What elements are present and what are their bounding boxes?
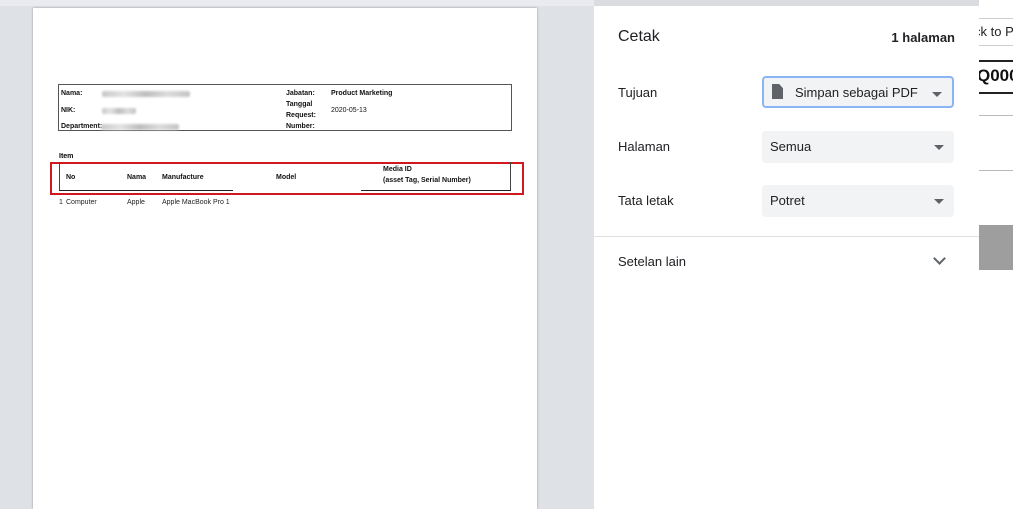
print-title: Cetak — [618, 28, 660, 45]
print-preview-area: Nama: NIK: Department: Jabatan: Product … — [0, 0, 594, 509]
section-divider — [594, 236, 979, 237]
table-right-border — [510, 162, 511, 191]
background-number: Q0000 — [973, 60, 1013, 94]
table-left-border — [59, 162, 60, 191]
background-number-text: Q0000 — [977, 66, 1013, 85]
pages-value: Semua — [770, 139, 812, 154]
destination-value: Simpan sebagai PDF — [795, 85, 918, 100]
background-gray-bar — [979, 225, 1013, 270]
column-header-no: No — [66, 174, 76, 181]
request-label: Request: — [286, 112, 316, 119]
header-underline-right — [361, 190, 511, 191]
row-no: 1 — [59, 199, 63, 206]
background-divider-1 — [979, 115, 1013, 116]
layout-select[interactable]: Potret — [762, 185, 954, 217]
nik-label: NIK: — [61, 107, 76, 114]
dropdown-arrow-icon — [932, 92, 942, 97]
document-icon — [772, 84, 783, 99]
back-button-label: ck to P — [974, 24, 1013, 39]
item-section-title: Item — [59, 153, 74, 160]
redacted-name — [102, 91, 190, 97]
chevron-down-icon[interactable] — [933, 252, 946, 265]
pages-select[interactable]: Semua — [762, 131, 954, 163]
jabatan-label: Jabatan: — [286, 90, 315, 97]
column-header-manufacture: Manufacture — [162, 174, 204, 181]
dropdown-arrow-icon — [934, 145, 944, 150]
row-manufacture: Apple — [127, 199, 145, 206]
dropdown-arrow-icon — [934, 199, 944, 204]
column-header-nama: Nama — [127, 174, 147, 181]
page-count: 1 halaman — [891, 30, 955, 45]
background-divider-2 — [979, 170, 1013, 171]
layout-label: Tata letak — [618, 193, 674, 208]
column-header-media-id: Media ID — [383, 166, 412, 173]
print-settings-panel: Cetak 1 halaman Tujuan Simpan sebagai PD… — [594, 6, 979, 509]
nama-label: Nama: — [61, 90, 83, 97]
number-label: Number: — [286, 123, 315, 130]
redacted-department — [101, 124, 179, 130]
employee-info-box: Nama: NIK: Department: Jabatan: Product … — [58, 84, 512, 131]
preview-page: Nama: NIK: Department: Jabatan: Product … — [33, 8, 537, 509]
column-header-model: Model — [276, 174, 297, 181]
department-label: Department: — [61, 123, 103, 130]
tanggal-value: 2020-05-13 — [331, 107, 367, 114]
layout-value: Potret — [770, 193, 805, 208]
redacted-nik — [102, 108, 136, 114]
row-model: Apple MacBook Pro 1 — [162, 199, 230, 206]
pages-label: Halaman — [618, 139, 671, 154]
jabatan-value: Product Marketing — [331, 90, 393, 97]
destination-select[interactable]: Simpan sebagai PDF — [762, 76, 954, 108]
tanggal-label: Tanggal — [286, 101, 313, 108]
destination-label: Tujuan — [618, 85, 658, 100]
more-settings-toggle[interactable]: Setelan lain — [618, 254, 686, 269]
header-underline-left — [59, 190, 233, 191]
row-nama: Computer — [66, 199, 97, 206]
preview-top-strip — [0, 0, 594, 6]
column-header-asset-tag: (asset Tag, Serial Number) — [383, 177, 471, 184]
